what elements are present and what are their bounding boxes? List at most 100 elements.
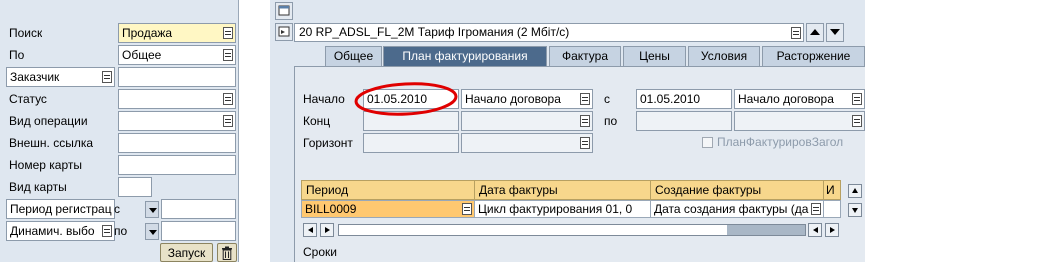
item-next-button[interactable] xyxy=(826,23,844,42)
end-label: Конц xyxy=(303,114,331,128)
scroll-left-icon[interactable] xyxy=(303,223,317,237)
scroll-up-icon[interactable] xyxy=(848,184,862,198)
trash-icon xyxy=(222,246,232,260)
reg-period-input[interactable] xyxy=(161,199,236,219)
end-rule-dropdown[interactable] xyxy=(461,111,593,131)
search-panel: Поиск Продажа По Общее Заказчик Статус В… xyxy=(0,0,239,262)
value-help-icon[interactable] xyxy=(223,93,233,105)
dynamic-select-input[interactable] xyxy=(161,221,236,241)
search-type-value: Продажа xyxy=(122,26,173,40)
tab-billing-plan[interactable]: План фактурирования xyxy=(383,46,547,66)
item-selector-value: 20 RP_ADSL_FL_2M Тариф Ігромания (2 Мбіт… xyxy=(299,25,570,39)
from-rule-dropdown[interactable]: Начало договора xyxy=(734,89,865,109)
value-help-icon[interactable] xyxy=(223,49,233,61)
value-help-icon[interactable] xyxy=(811,203,821,215)
item-icon xyxy=(278,26,290,37)
screen-toggle-button[interactable] xyxy=(275,2,293,20)
dynamic-select-chevron-down-icon[interactable] xyxy=(145,223,159,240)
billing-header-checkbox[interactable] xyxy=(702,137,713,148)
scroll-down-icon[interactable] xyxy=(848,203,862,217)
scroll-right-icon[interactable] xyxy=(320,223,334,237)
billing-header-checkbox-label: ПланФактурировЗагол xyxy=(717,135,844,149)
operation-type-dropdown[interactable] xyxy=(118,111,236,131)
status-label: Статус xyxy=(9,92,47,106)
search-by-value: Общее xyxy=(122,48,162,62)
reg-period-label: Период регистрац xyxy=(10,202,112,216)
tab-prices[interactable]: Цены xyxy=(623,46,686,66)
dynamic-select-label: Динамич. выбо xyxy=(10,224,95,238)
card-type-label: Вид карты xyxy=(9,180,67,194)
column-header-period[interactable]: Период xyxy=(301,180,475,200)
tab-cancellation[interactable]: Расторжение xyxy=(762,46,865,66)
tab-invoice[interactable]: Фактура xyxy=(549,46,621,66)
start-rule-value: Начало договора xyxy=(465,92,561,106)
external-ref-input[interactable] xyxy=(118,133,236,153)
search-type-dropdown[interactable]: Продажа xyxy=(118,23,236,43)
value-help-icon[interactable] xyxy=(462,203,472,215)
item-nav-button[interactable] xyxy=(275,23,293,41)
value-help-icon[interactable] xyxy=(223,115,233,127)
arrow-up-icon xyxy=(810,29,820,35)
from-date-value: 01.05.2010 xyxy=(640,92,701,106)
column-header-invoice-creation[interactable]: Создание фактуры xyxy=(650,180,824,200)
value-help-icon[interactable] xyxy=(852,115,862,127)
from-rule-value: Начало договора xyxy=(738,92,834,106)
status-dropdown[interactable] xyxy=(118,89,236,109)
reg-period-chevron-down-icon[interactable] xyxy=(145,201,159,218)
card-number-input[interactable] xyxy=(118,155,236,175)
start-label: Начало xyxy=(303,92,345,106)
table-row-extra-cell[interactable] xyxy=(823,200,841,218)
item-selector-dropdown[interactable]: 20 RP_ADSL_FL_2M Тариф Ігромания (2 Мбіт… xyxy=(294,23,804,42)
horizontal-scrollbar-track[interactable] xyxy=(338,224,806,236)
customer-field-selector[interactable]: Заказчик xyxy=(6,67,115,87)
scroll-left-end-icon[interactable] xyxy=(808,223,822,237)
from-date-input[interactable]: 01.05.2010 xyxy=(636,89,732,109)
start-button[interactable]: Запуск xyxy=(160,243,213,262)
value-help-icon[interactable] xyxy=(102,71,112,83)
customer-label: Заказчик xyxy=(10,70,60,84)
tab-general[interactable]: Общее xyxy=(325,46,382,66)
deadlines-label: Сроки xyxy=(303,245,337,259)
dynamic-select-selector[interactable]: Динамич. выбо xyxy=(6,221,115,241)
to-date-input[interactable] xyxy=(636,111,732,131)
table-row-period-cell[interactable]: BILL0009 xyxy=(301,200,475,218)
column-header-invoice-date[interactable]: Дата фактуры xyxy=(474,180,651,200)
from-label: с xyxy=(604,92,610,106)
reg-period-selector[interactable]: Период регистрац xyxy=(6,199,115,219)
search-label: Поиск xyxy=(9,26,43,40)
card-type-input[interactable] xyxy=(118,177,152,197)
scroll-right-end-icon[interactable] xyxy=(825,223,839,237)
horizon-input[interactable] xyxy=(363,133,459,153)
value-help-icon[interactable] xyxy=(223,27,233,39)
item-prev-button[interactable] xyxy=(806,23,824,42)
value-help-icon[interactable] xyxy=(580,115,590,127)
value-help-icon[interactable] xyxy=(791,27,801,39)
by-label: По xyxy=(9,48,25,62)
tab-conditions[interactable]: Условия xyxy=(688,46,760,66)
horizontal-scrollbar-thumb[interactable] xyxy=(727,225,805,235)
period-cell-value: BILL0009 xyxy=(305,202,357,216)
table-row-invoice-creation-cell[interactable]: Дата создания фактуры (да xyxy=(650,200,824,218)
value-help-icon[interactable] xyxy=(102,225,112,237)
highlight-circle xyxy=(354,82,458,116)
reg-period-prefix: с xyxy=(114,202,120,216)
invoice-creation-cell-value: Дата создания фактуры (да xyxy=(654,202,809,216)
value-help-icon[interactable] xyxy=(580,137,590,149)
table-row-invoice-date-cell[interactable]: Цикл фактурирования 01, 0 xyxy=(474,200,651,218)
operation-type-label: Вид операции xyxy=(9,114,88,128)
horizon-rule-dropdown[interactable] xyxy=(461,133,593,153)
invoice-date-cell-value: Цикл фактурирования 01, 0 xyxy=(478,202,633,216)
to-label: по xyxy=(604,114,618,128)
external-ref-label: Внешн. ссылка xyxy=(9,136,94,150)
customer-input[interactable] xyxy=(118,67,236,87)
value-help-icon[interactable] xyxy=(580,93,590,105)
column-header-extra[interactable]: И xyxy=(823,180,841,200)
window-icon xyxy=(278,5,290,16)
search-by-dropdown[interactable]: Общее xyxy=(118,45,236,65)
to-rule-dropdown[interactable] xyxy=(734,111,865,131)
horizon-label: Горизонт xyxy=(303,136,353,150)
card-number-label: Номер карты xyxy=(9,158,82,172)
value-help-icon[interactable] xyxy=(852,93,862,105)
delete-button[interactable] xyxy=(217,243,237,262)
start-rule-dropdown[interactable]: Начало договора xyxy=(461,89,593,109)
